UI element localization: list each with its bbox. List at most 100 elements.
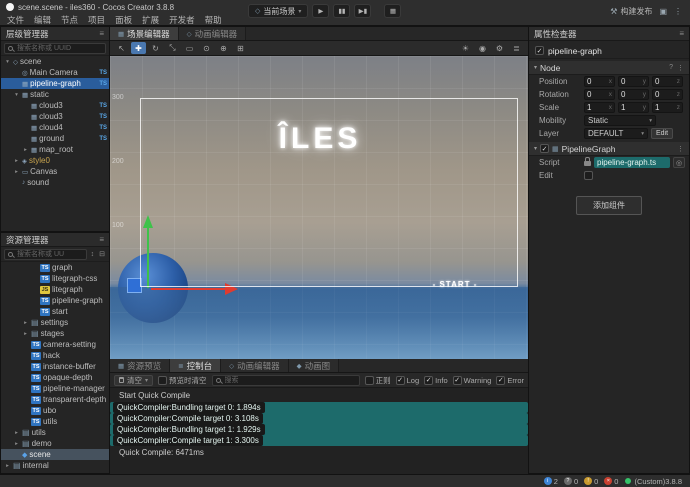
asset-item-row[interactable]: TS camera-setting	[1, 339, 109, 350]
hierarchy-node-row[interactable]: ▸ ▭ Canvas	[1, 166, 109, 177]
bottom-panel-tab[interactable]: ◇ 动画编辑器	[221, 359, 289, 372]
asset-item-row[interactable]: TS transparent-depth	[1, 394, 109, 405]
asset-item-row[interactable]: ▸ ▤ demo	[1, 438, 109, 449]
node-active-checkbox[interactable]	[535, 46, 544, 55]
console-log-row[interactable]: QuickCompiler:Compile target 0: 3.108s	[110, 413, 528, 424]
asset-item-row[interactable]: TS pipeline-manager	[1, 383, 109, 394]
expand-arrow-icon[interactable]: ▾	[4, 59, 11, 65]
expand-arrow-icon[interactable]: ▸	[22, 331, 29, 337]
layer-edit-button[interactable]: Edit	[651, 128, 674, 139]
position-x-input[interactable]: 0x	[584, 76, 615, 87]
scene-tool-button[interactable]: ↖	[114, 42, 129, 54]
scene-option-button[interactable]: ≣	[509, 42, 524, 54]
hierarchy-node-row[interactable]: ▦ pipeline-graph TS	[1, 78, 109, 89]
console-clear-button[interactable]: 清空 ▾	[114, 374, 154, 386]
asset-item-row[interactable]: TS hack	[1, 350, 109, 361]
console-search[interactable]	[211, 374, 360, 386]
bottom-panel-tab[interactable]: ▦ 资源预览	[110, 359, 171, 372]
expand-arrow-icon[interactable]: ▾	[13, 92, 20, 98]
asset-item-row[interactable]: TS graph	[1, 262, 109, 273]
regex-checkbox[interactable]	[364, 375, 374, 385]
preview-window-icon[interactable]: ▣	[659, 7, 667, 16]
menu-item[interactable]: 帮助	[200, 14, 227, 26]
build-button[interactable]: ⚒ 构建发布	[610, 6, 652, 17]
scale-x-input[interactable]: 1x	[584, 102, 615, 113]
log-level-filter[interactable]: Warning	[452, 375, 491, 385]
hierarchy-menu-icon[interactable]: ≡	[99, 29, 104, 38]
hierarchy-search[interactable]	[4, 42, 106, 54]
scene-tool-button[interactable]: ▭	[182, 42, 197, 54]
hierarchy-node-row[interactable]: ▦ cloud4 TS	[1, 122, 109, 133]
clear-on-preview-checkbox[interactable]	[158, 375, 168, 385]
editor-tab[interactable]: ◇ 动画编辑器	[178, 27, 247, 40]
help-icon[interactable]: ?	[669, 64, 673, 72]
position-z-input[interactable]: 0z	[652, 76, 683, 87]
expand-arrow-icon[interactable]: ▸	[13, 158, 20, 164]
hierarchy-node-row[interactable]: ♪ sound	[1, 177, 109, 188]
pause-button[interactable]: ▮▮	[333, 4, 351, 18]
hierarchy-node-row[interactable]: ▸ ▦ map_root	[1, 144, 109, 155]
inspector-menu-icon[interactable]: ≡	[679, 29, 684, 38]
layout-button[interactable]: ▦	[384, 4, 402, 18]
play-button[interactable]: ▶	[312, 4, 330, 18]
edit-checkbox[interactable]	[584, 171, 593, 180]
rotation-y-input[interactable]: 0y	[618, 89, 649, 100]
filter-checkbox[interactable]	[424, 375, 434, 385]
rotation-z-input[interactable]: 0z	[652, 89, 683, 100]
hierarchy-node-row[interactable]: ▾ ▦ static	[1, 89, 109, 100]
log-counter[interactable]: i 2	[543, 477, 558, 486]
add-component-button[interactable]: 添加组件	[576, 196, 642, 215]
hierarchy-node-row[interactable]: ▦ cloud3 TS	[1, 111, 109, 122]
console-log-row[interactable]: QuickCompiler:Compile target 1: 3.300s	[110, 435, 528, 446]
hierarchy-node-row[interactable]: ▾ ◇ scene	[1, 56, 109, 67]
component-section-header[interactable]: ▾ ▦ PipelineGraph ⋮	[529, 142, 689, 156]
asset-item-row[interactable]: ▸ ▤ utils	[1, 427, 109, 438]
console-search-input[interactable]	[222, 375, 356, 385]
more-options-icon[interactable]: ⋮	[674, 7, 682, 16]
log-counter[interactable]: × 0	[604, 477, 618, 486]
filter-checkbox[interactable]	[452, 375, 462, 385]
asset-item-row[interactable]: TS utils	[1, 416, 109, 427]
collapse-all-icon[interactable]: ⊟	[98, 250, 106, 258]
component-menu-icon[interactable]: ⋮	[677, 145, 684, 153]
menu-item[interactable]: 扩展	[137, 14, 164, 26]
scene-viewport[interactable]: 300 200 100 ÎLES - START -	[110, 56, 528, 359]
expand-arrow-icon[interactable]: ▸	[22, 147, 29, 153]
scene-tool-button[interactable]: ⊕	[216, 42, 231, 54]
scene-tool-button[interactable]: ⤡	[165, 42, 180, 54]
scene-tool-button[interactable]: ⊞	[233, 42, 248, 54]
editor-tab[interactable]: ▦ 场景编辑器	[110, 27, 179, 40]
assets-menu-icon[interactable]: ≡	[99, 235, 104, 244]
regex-toggle[interactable]: 正则	[364, 375, 391, 386]
log-level-filter[interactable]: Info	[424, 375, 448, 385]
scale-y-input[interactable]: 1y	[618, 102, 649, 113]
filter-checkbox[interactable]	[496, 375, 506, 385]
node-section-header[interactable]: ▾ Node ? ⋮	[529, 61, 689, 75]
asset-item-row[interactable]: ◆ scene	[1, 449, 109, 460]
scene-selector-dropdown[interactable]: ◇ 当前场景 ▾	[248, 4, 309, 18]
hierarchy-node-row[interactable]: ▸ ◈ style0	[1, 155, 109, 166]
console-log-row[interactable]: QuickCompiler:Bundling target 0: 1.894s	[110, 402, 528, 413]
asset-item-row[interactable]: TS litegraph-css	[1, 273, 109, 284]
asset-item-row[interactable]: TS start	[1, 306, 109, 317]
menu-item[interactable]: 文件	[2, 14, 29, 26]
asset-item-row[interactable]: TS opaque-depth	[1, 372, 109, 383]
console-log-row[interactable]: Start Quick Compile	[110, 389, 528, 402]
position-y-input[interactable]: 0y	[618, 76, 649, 87]
script-asset-reference[interactable]: pipeline-graph.ts	[594, 157, 670, 168]
hierarchy-node-row[interactable]: ◎ Main Camera TS	[1, 67, 109, 78]
scene-option-button[interactable]: ☀	[458, 42, 473, 54]
layer-select[interactable]: DEFAULT ▾	[584, 128, 648, 139]
menu-item[interactable]: 节点	[56, 14, 83, 26]
expand-arrow-icon[interactable]: ▸	[13, 441, 20, 447]
asset-item-row[interactable]: TS instance-buffer	[1, 361, 109, 372]
asset-item-row[interactable]: ▸ ▤ stages	[1, 328, 109, 339]
expand-arrow-icon[interactable]: ▸	[13, 430, 20, 436]
asset-item-row[interactable]: ▸ ▤ settings	[1, 317, 109, 328]
assets-search-input[interactable]	[15, 249, 83, 259]
menu-item[interactable]: 项目	[83, 14, 110, 26]
scene-option-button[interactable]: ⚙	[492, 42, 507, 54]
expand-arrow-icon[interactable]: ▸	[13, 169, 20, 175]
filter-checkbox[interactable]	[395, 375, 405, 385]
log-counter[interactable]: ? 0	[563, 477, 578, 486]
